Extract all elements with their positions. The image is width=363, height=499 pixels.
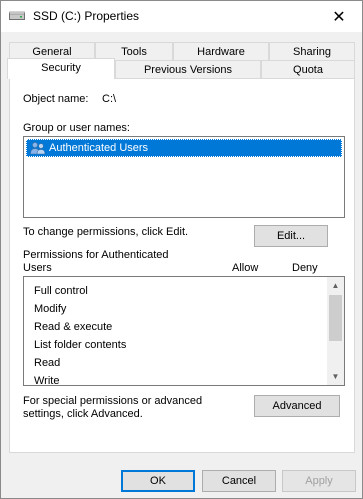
permission-row: Modify [34,303,67,315]
tab-hardware[interactable]: Hardware [173,42,269,62]
tab-previous-versions[interactable]: Previous Versions [115,60,261,80]
tab-label: Quota [293,64,323,76]
deny-header: Deny [292,262,318,274]
group-name: Authenticated Users [49,142,149,154]
permissions-list[interactable]: Full control Modify Read & execute List … [23,276,345,387]
security-panel: Object name: C:\ Group or user names: Au… [9,78,355,453]
change-permissions-text: To change permissions, click Edit. [23,226,189,238]
permissions-for-label: Permissions for Authenticated Users [23,249,169,274]
object-name-label: Object name: [23,93,89,105]
tab-label: Previous Versions [143,64,233,76]
apply-button[interactable]: Apply [282,470,356,492]
tab-label: General [32,46,72,58]
permissions-scrollbar[interactable]: ▲ ▼ [327,277,344,385]
tab-security[interactable]: Security [7,58,115,79]
scroll-down-arrow-icon[interactable]: ▼ [327,368,344,385]
cancel-button[interactable]: Cancel [202,470,276,492]
tab-label: Tools [121,46,147,58]
permission-row: Full control [34,285,88,297]
list-item-selected[interactable]: Authenticated Users [26,139,342,157]
title-bar[interactable]: SSD (C:) Properties ✕ [1,1,362,32]
edit-button[interactable]: Edit... [254,225,328,247]
advanced-text: For special permissions or advanced sett… [23,395,203,420]
object-name-value: C:\ [102,93,117,105]
tab-label: Sharing [293,46,331,58]
group-list-label: Group or user names: [23,122,130,134]
close-button[interactable]: ✕ [316,1,362,32]
tab-sharing[interactable]: Sharing [269,42,355,62]
close-icon: ✕ [332,8,346,26]
tab-label: Security [41,62,81,74]
drive-icon [9,11,25,20]
scroll-thumb[interactable] [329,295,342,341]
ok-button[interactable]: OK [121,470,195,492]
permission-row: Write [34,375,60,387]
users-icon [30,142,46,155]
tab-quota[interactable]: Quota [261,60,355,80]
advanced-button[interactable]: Advanced [254,395,340,417]
permission-row: Read [34,357,61,369]
permission-row: Read & execute [34,321,113,333]
permission-row: List folder contents [34,339,127,351]
window-title: SSD (C:) Properties [33,9,140,23]
scroll-up-arrow-icon[interactable]: ▲ [327,277,344,294]
group-list[interactable]: Authenticated Users [23,136,345,218]
properties-window: SSD (C:) Properties ✕ General Tools Hard… [0,0,363,499]
tab-label: Hardware [197,46,245,58]
allow-header: Allow [232,262,259,274]
